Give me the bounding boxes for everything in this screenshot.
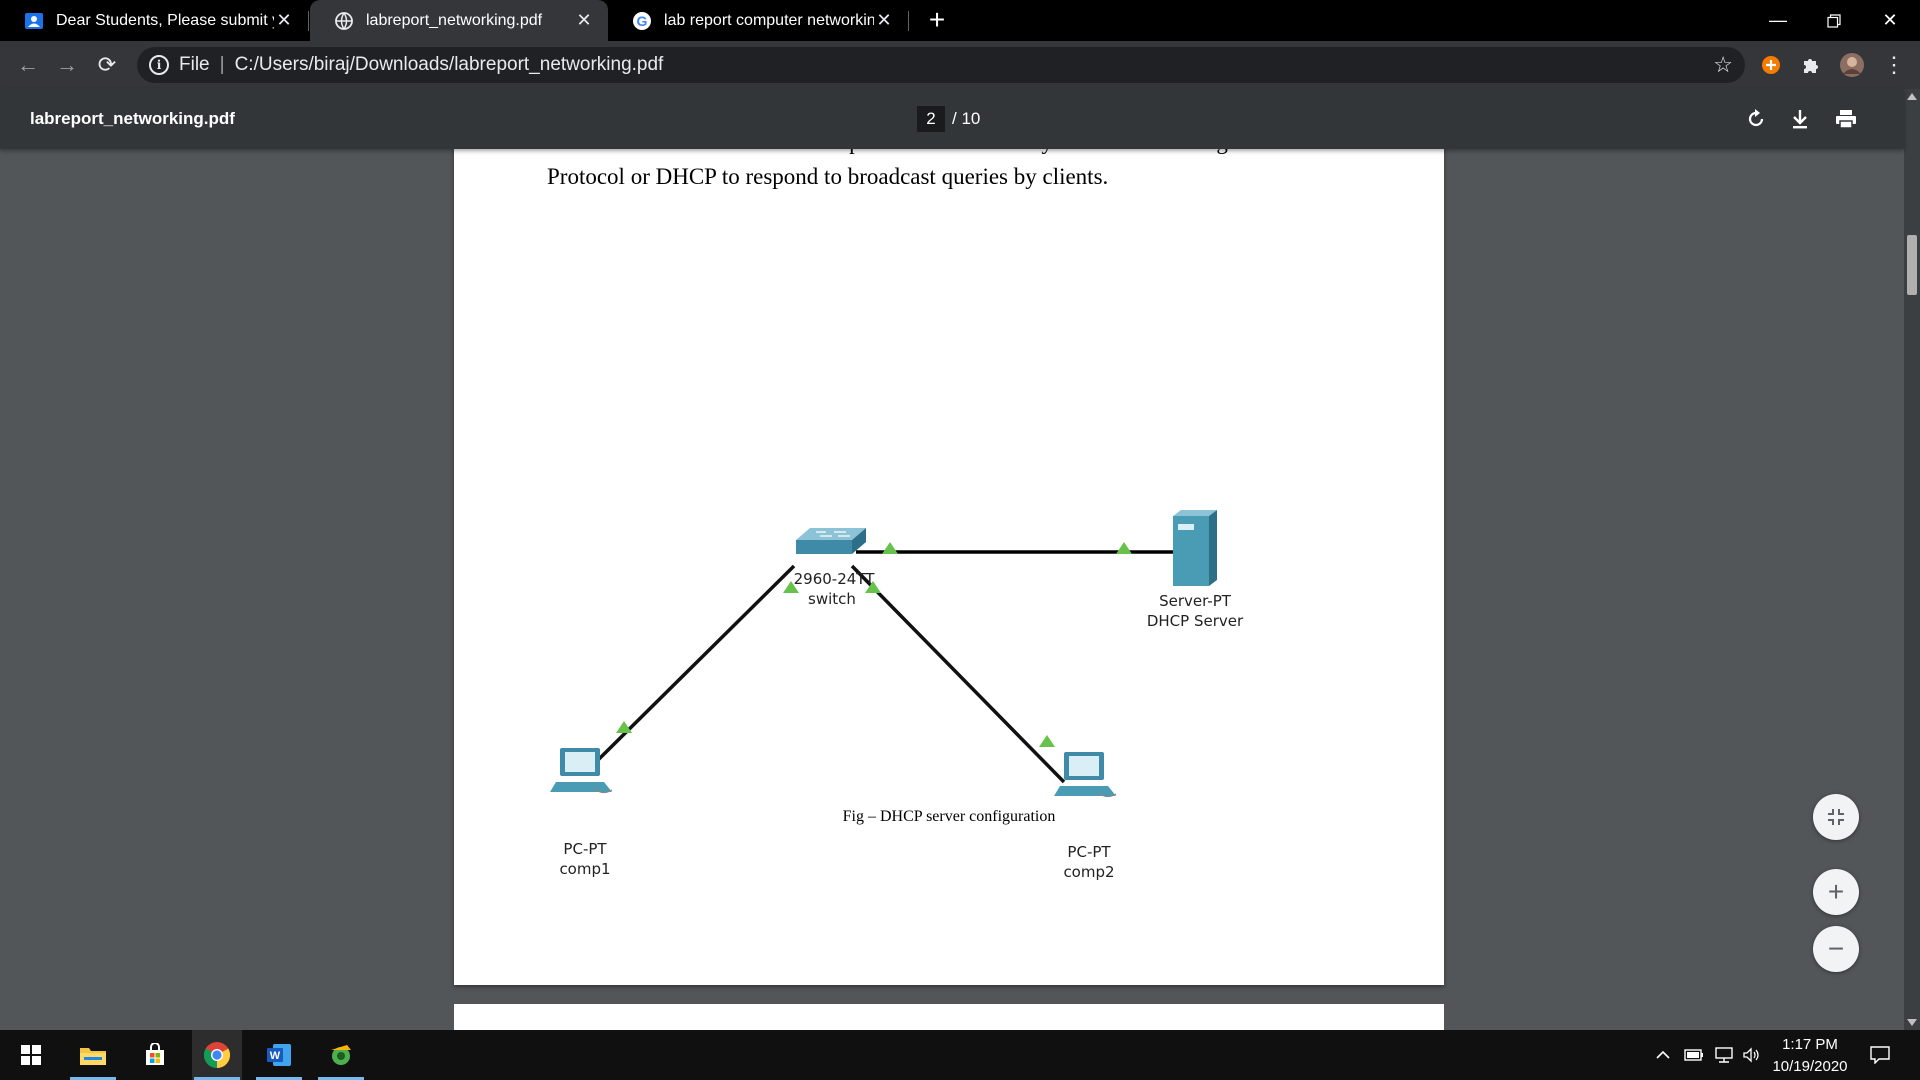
tab-title: lab report computer networking — [664, 11, 874, 29]
clock-time: 1:17 PM — [1782, 1036, 1838, 1053]
switch-name-label: switch — [808, 590, 856, 608]
chrome-icon[interactable] — [192, 1030, 242, 1080]
app-icon[interactable] — [316, 1030, 366, 1080]
page-total: / 10 — [952, 109, 981, 128]
figure-caption: Fig – DHCP server configuration — [842, 808, 1056, 825]
reload-icon[interactable]: ⟳ — [93, 51, 121, 79]
menu-kebab-icon[interactable]: ⋮ — [1880, 51, 1908, 79]
server-icon — [1173, 510, 1217, 586]
tab-title: Dear Students, Please submit you — [56, 11, 274, 29]
fit-page-icon — [1828, 809, 1844, 825]
close-icon[interactable]: ✕ — [874, 10, 894, 31]
port-indicator — [882, 542, 898, 554]
close-window-button[interactable]: ✕ — [1862, 0, 1918, 41]
link-switch-comp2 — [850, 564, 1066, 784]
windows-taskbar: W 1:17 PM 10/19/2020 — [0, 1030, 1920, 1080]
tab-classroom[interactable]: Dear Students, Please submit you ✕ — [0, 0, 308, 41]
tab-google-search[interactable]: G lab report computer networking ✕ — [608, 0, 908, 41]
battery-icon[interactable] — [1683, 1045, 1705, 1065]
scrollbar-thumb[interactable] — [1907, 235, 1917, 295]
browser-toolbar: ← → ⟳ i File | C:/Users/biraj/Downloads/… — [0, 41, 1920, 89]
browser-tab-strip: Dear Students, Please submit you ✕ labre… — [0, 0, 1920, 41]
page-number-input[interactable]: 2 — [917, 106, 945, 132]
tab-divider — [308, 11, 309, 31]
svg-text:W: W — [270, 1050, 281, 1062]
tab-title: labreport_networking.pdf — [366, 11, 543, 29]
classroom-icon — [25, 12, 43, 29]
port-indicator — [1116, 542, 1132, 554]
close-icon[interactable]: ✕ — [274, 10, 294, 31]
pdf-page: devices. It relies on the standard proto… — [454, 120, 1444, 985]
server-model-label: Server-PT — [1159, 592, 1232, 610]
pc-icon — [1054, 752, 1117, 798]
vertical-scrollbar[interactable] — [1904, 89, 1920, 1030]
tab-pdf[interactable]: labreport_networking.pdf ✕ — [310, 0, 608, 41]
restore-button[interactable] — [1806, 0, 1862, 41]
zoom-in-button[interactable]: + — [1813, 869, 1859, 915]
tab-divider — [908, 11, 909, 31]
globe-icon — [335, 11, 353, 30]
svg-text:G: G — [637, 13, 648, 29]
text-line: Protocol or DHCP to respond to broadcast… — [547, 164, 1109, 189]
network-diagram: 2960-24TT switch Server-PT DHCP Server P… — [550, 510, 1244, 881]
profile-avatar[interactable] — [1838, 51, 1866, 79]
server-name-label: DHCP Server — [1147, 612, 1244, 630]
scheme-label: File — [179, 54, 210, 75]
switch-icon — [796, 528, 866, 554]
print-button[interactable] — [1832, 105, 1860, 133]
pc1-model-label: PC-PT — [563, 840, 607, 858]
pdf-title: labreport_networking.pdf — [30, 109, 235, 128]
new-tab-button[interactable]: + — [922, 4, 952, 36]
url-text: C:/Users/biraj/Downloads/labreport_netwo… — [234, 54, 664, 75]
windows-start-icon[interactable] — [6, 1030, 56, 1080]
google-icon: G — [633, 11, 651, 30]
pc2-model-label: PC-PT — [1067, 843, 1111, 861]
rotate-button[interactable] — [1742, 105, 1770, 133]
download-button[interactable] — [1786, 105, 1814, 133]
volume-icon[interactable] — [1741, 1045, 1763, 1065]
zoom-out-button[interactable]: − — [1813, 926, 1859, 972]
close-icon[interactable]: ✕ — [574, 10, 594, 31]
fit-to-page-button[interactable] — [1813, 794, 1859, 840]
info-icon[interactable]: i — [149, 55, 169, 75]
show-hidden-icons-icon[interactable] — [1652, 1045, 1674, 1065]
omnibox-divider: | — [219, 54, 225, 75]
rotate-icon — [1748, 109, 1764, 127]
word-icon[interactable]: W — [254, 1030, 304, 1080]
bookmark-star-icon[interactable]: ☆ — [1713, 52, 1733, 78]
forward-icon[interactable]: → — [53, 51, 81, 79]
extension-notification-icon[interactable] — [1757, 51, 1785, 79]
print-icon — [1836, 110, 1856, 129]
extensions-puzzle-icon[interactable] — [1797, 51, 1825, 79]
clock-date: 10/19/2020 — [1772, 1058, 1848, 1075]
scroll-up-arrow-icon[interactable] — [1907, 93, 1917, 100]
switch-model-label: 2960-24TT — [794, 570, 876, 588]
system-clock[interactable]: 1:17 PM 10/19/2020 — [1762, 1034, 1858, 1078]
pdf-toolbar: labreport_networking.pdf 2 / 10 — [0, 89, 1904, 149]
restore-icon — [1827, 13, 1841, 28]
network-icon[interactable] — [1713, 1045, 1735, 1065]
address-bar[interactable]: i File | C:/Users/biraj/Downloads/labrep… — [137, 47, 1745, 83]
download-icon — [1793, 110, 1807, 129]
back-icon[interactable]: ← — [14, 51, 42, 79]
port-indicator — [1039, 735, 1055, 747]
action-center-icon[interactable] — [1868, 1045, 1892, 1065]
file-explorer-icon[interactable] — [68, 1030, 118, 1080]
minimize-button[interactable]: — — [1750, 0, 1806, 41]
pc2-name-label: comp2 — [1063, 863, 1114, 881]
scroll-down-arrow-icon[interactable] — [1907, 1019, 1917, 1026]
pc1-name-label: comp1 — [559, 860, 610, 878]
store-icon[interactable] — [130, 1030, 180, 1080]
